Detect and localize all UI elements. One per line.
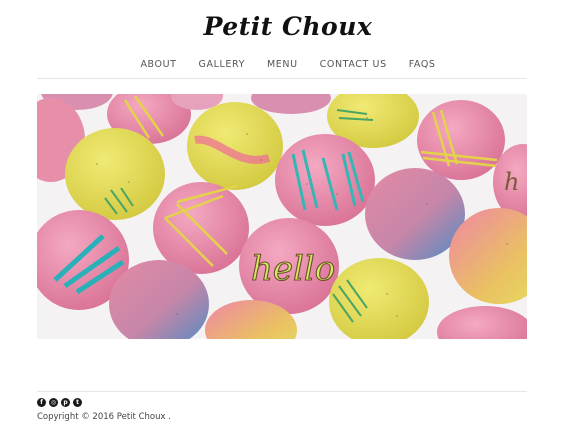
svg-text:h: h bbox=[504, 168, 519, 196]
nav-faqs[interactable]: FAQS bbox=[398, 59, 447, 70]
facebook-icon[interactable]: f bbox=[37, 398, 46, 407]
nav-contact-us[interactable]: CONTACT US bbox=[309, 59, 398, 70]
macarons-photo: h hello bbox=[37, 94, 527, 339]
social-links: f ◎ p t bbox=[37, 398, 82, 407]
nav-menu[interactable]: MENU bbox=[256, 59, 309, 70]
pinterest-icon[interactable]: p bbox=[61, 398, 70, 407]
instagram-icon[interactable]: ◎ bbox=[49, 398, 58, 407]
footer-divider bbox=[37, 391, 527, 392]
copyright-suffix: . bbox=[168, 412, 171, 422]
main-nav: ABOUT GALLERY MENU CONTACT US FAQS bbox=[0, 59, 576, 70]
nav-gallery[interactable]: GALLERY bbox=[188, 59, 256, 70]
macaron-hello-lettering: hello bbox=[251, 249, 335, 289]
header-divider bbox=[37, 78, 527, 79]
copyright-prefix: Copyright © 2016 bbox=[37, 412, 115, 422]
site-title[interactable]: Petit Choux bbox=[0, 12, 576, 41]
nav-about[interactable]: ABOUT bbox=[129, 59, 187, 70]
twitter-icon[interactable]: t bbox=[73, 398, 82, 407]
copyright: Copyright © 2016 Petit Choux . bbox=[37, 412, 171, 422]
hero-image: h hello bbox=[37, 94, 527, 339]
copyright-site-link[interactable]: Petit Choux bbox=[117, 412, 166, 422]
